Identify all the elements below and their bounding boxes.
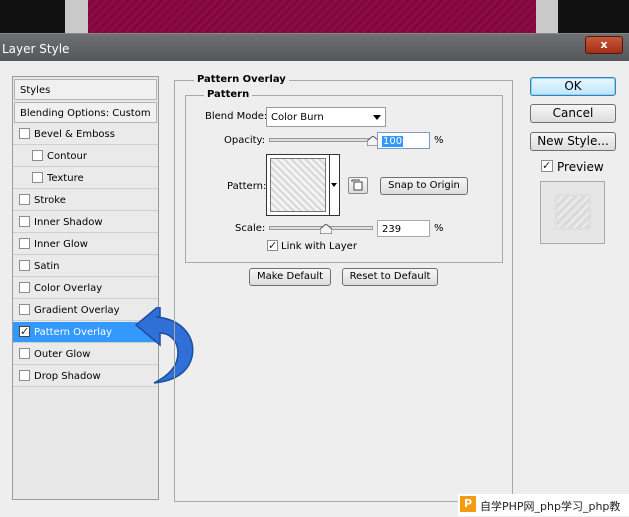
style-item-bevel-emboss[interactable]: Bevel & Emboss	[13, 124, 158, 145]
styles-header-label: Styles	[20, 85, 51, 96]
style-preview	[540, 181, 605, 244]
checkbox[interactable]	[19, 325, 30, 338]
checkbox[interactable]	[19, 282, 30, 293]
style-item-label: Gradient Overlay	[34, 305, 120, 316]
opacity-slider[interactable]	[269, 138, 373, 142]
new-preset-icon	[351, 179, 363, 191]
opacity-label: Opacity:	[224, 135, 266, 146]
opacity-value: 100	[382, 136, 404, 147]
checkbox[interactable]	[19, 304, 30, 315]
link-with-layer-label: Link with Layer	[281, 241, 357, 252]
group-title: Pattern Overlay	[194, 74, 289, 85]
style-item-label: Bevel & Emboss	[34, 129, 115, 140]
title-bar: Layer Style	[0, 33, 629, 61]
style-item-label: Contour	[47, 151, 87, 162]
blend-mode-value: Color Burn	[271, 112, 324, 123]
styles-list: Styles Blending Options: Custom Bevel & …	[12, 76, 159, 500]
style-item-label: Inner Shadow	[34, 217, 103, 228]
link-with-layer-checkbox[interactable]	[267, 239, 278, 252]
divider	[329, 155, 330, 215]
make-default-button[interactable]: Make Default	[249, 268, 331, 286]
checkbox[interactable]	[19, 348, 30, 359]
opacity-input[interactable]: 100	[377, 132, 430, 149]
window-title: Layer Style	[2, 42, 70, 56]
scale-input[interactable]: 239	[377, 220, 430, 237]
reset-to-default-button[interactable]: Reset to Default	[342, 268, 438, 286]
style-item-contour[interactable]: Contour	[13, 146, 158, 167]
scale-unit: %	[434, 223, 444, 234]
watermark-text: 自学PHP网_php学习_php教	[480, 500, 621, 513]
canvas-pattern-preview	[88, 0, 536, 33]
pattern-picker[interactable]	[266, 154, 340, 216]
style-item-label: Outer Glow	[34, 349, 91, 360]
scale-label: Scale:	[235, 223, 266, 234]
php-logo-icon: P	[460, 496, 476, 512]
checkbox[interactable]	[19, 216, 30, 227]
style-item-inner-shadow[interactable]: Inner Shadow	[13, 212, 158, 233]
scale-value: 239	[382, 224, 402, 235]
checkbox[interactable]	[19, 260, 30, 271]
ok-button[interactable]: OK	[530, 77, 616, 96]
blend-mode-select[interactable]: Color Burn	[266, 107, 386, 127]
watermark: P 自学PHP网_php学习_php教	[458, 494, 629, 516]
style-item-label: Inner Glow	[34, 239, 88, 250]
canvas-edge-left	[65, 0, 89, 33]
style-item-label: Satin	[34, 261, 60, 272]
pattern-thumbnail	[270, 158, 326, 212]
opacity-unit: %	[434, 135, 444, 146]
cancel-button[interactable]: Cancel	[530, 104, 616, 123]
snap-to-origin-button[interactable]: Snap to Origin	[380, 177, 468, 195]
style-item-stroke[interactable]: Stroke	[13, 190, 158, 211]
blend-mode-label: Blend Mode:	[205, 111, 268, 122]
checkbox[interactable]	[19, 194, 30, 205]
new-style-button[interactable]: New Style...	[530, 132, 616, 151]
checkbox[interactable]	[32, 172, 43, 183]
pattern-label: Pattern:	[227, 181, 267, 192]
scale-slider-thumb[interactable]	[320, 224, 333, 234]
canvas-edge-right	[536, 0, 558, 33]
preview-label: Preview	[557, 160, 604, 174]
checkbox[interactable]	[19, 238, 30, 249]
checkbox[interactable]	[19, 370, 30, 381]
style-item-label: Texture	[47, 173, 84, 184]
new-preset-button[interactable]	[348, 177, 368, 194]
style-item-label: Stroke	[34, 195, 66, 206]
layer-style-dialog: Styles Blending Options: Custom Bevel & …	[0, 61, 629, 517]
screen: Layer Style x Styles Blending Options: C…	[0, 0, 629, 517]
styles-header[interactable]: Styles	[14, 79, 157, 100]
checkbox[interactable]	[32, 150, 43, 161]
chevron-down-icon	[331, 183, 337, 187]
style-item-texture[interactable]: Texture	[13, 168, 158, 189]
preview-checkbox[interactable]	[541, 159, 553, 172]
style-item-color-overlay[interactable]: Color Overlay	[13, 278, 158, 299]
checkbox[interactable]	[19, 128, 30, 139]
blending-options-label: Blending Options: Custom	[20, 108, 151, 119]
style-preview-swatch	[557, 196, 589, 228]
style-item-label: Pattern Overlay	[34, 327, 113, 338]
close-button[interactable]: x	[585, 36, 623, 54]
subgroup-title: Pattern	[204, 89, 253, 100]
style-item-inner-glow[interactable]: Inner Glow	[13, 234, 158, 255]
canvas-background	[0, 0, 629, 33]
style-item-label: Color Overlay	[34, 283, 103, 294]
style-item-satin[interactable]: Satin	[13, 256, 158, 277]
blending-options[interactable]: Blending Options: Custom	[14, 102, 157, 123]
chevron-down-icon	[373, 115, 381, 120]
style-item-label: Drop Shadow	[34, 371, 101, 382]
